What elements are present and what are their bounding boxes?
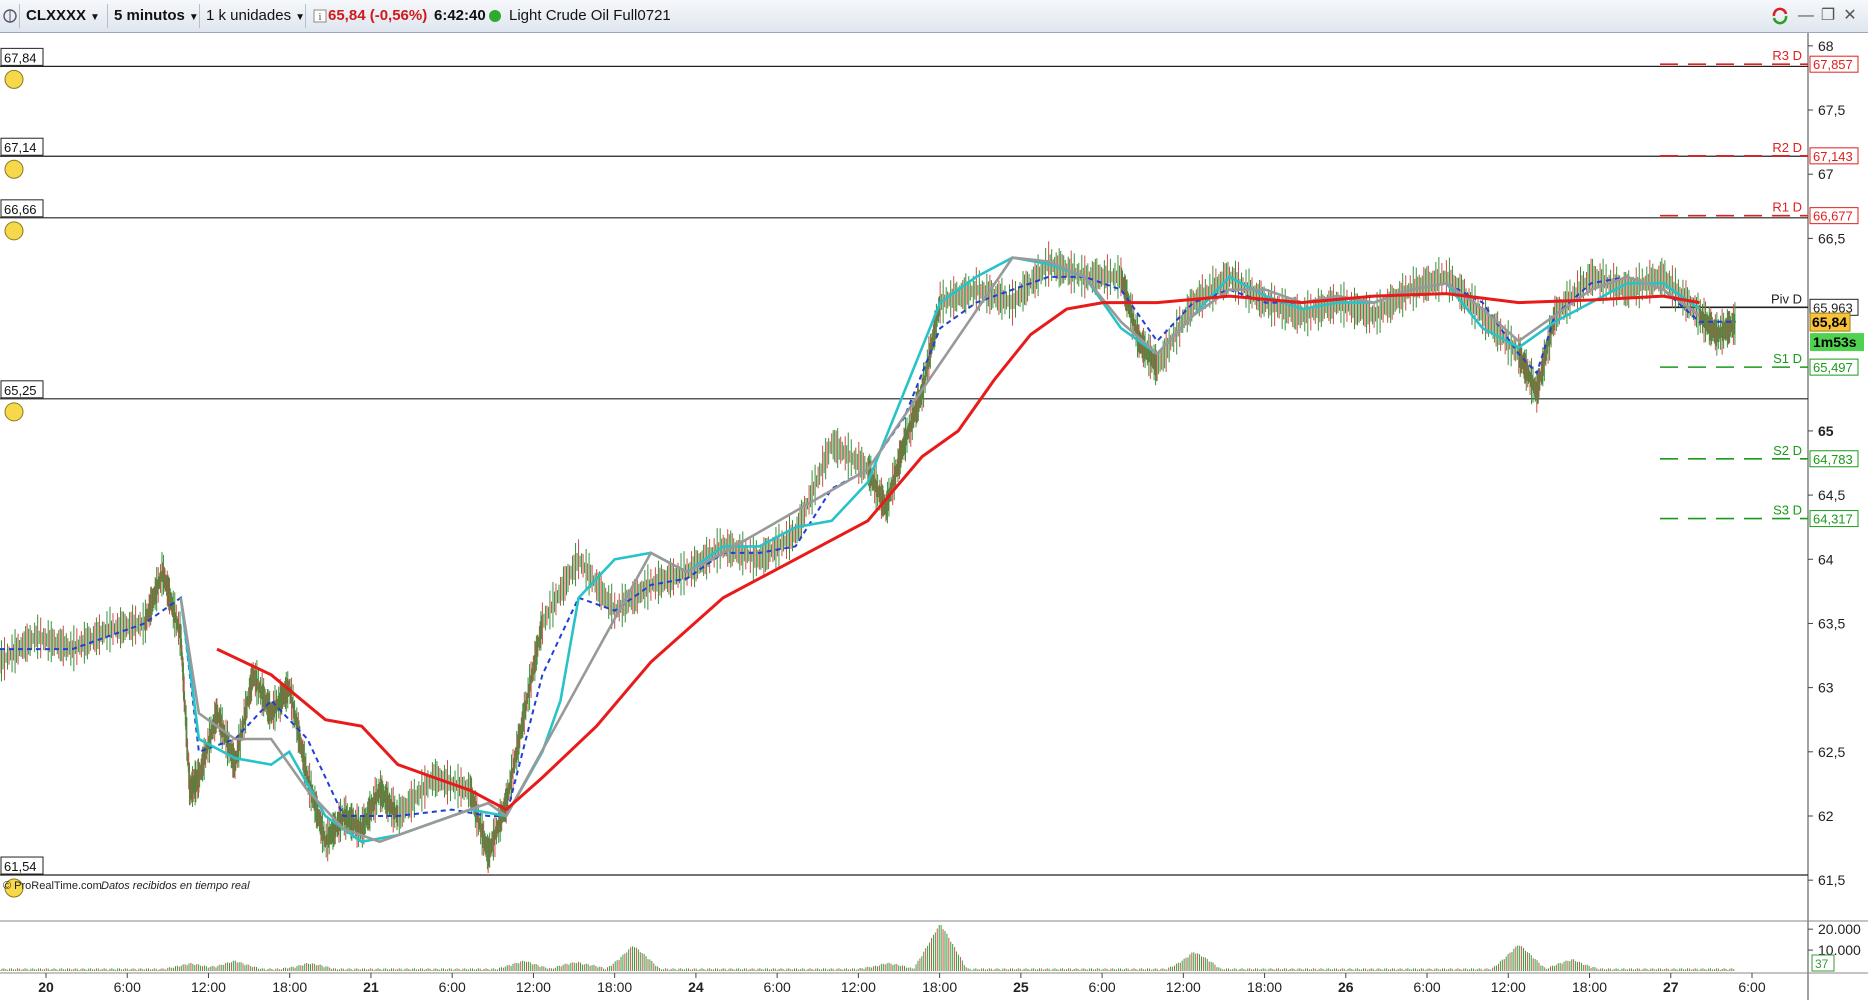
countdown-label: 1m53s [1813, 334, 1857, 350]
x-tick-label: 20 [38, 979, 54, 995]
x-tick-label: 18:00 [1572, 979, 1607, 995]
status-dot-icon [488, 4, 502, 28]
pivot-name: Piv D [1771, 291, 1802, 306]
bell-icon [4, 402, 24, 422]
x-tick-label: 6:00 [1738, 979, 1765, 995]
last-update-time: 6:42:40 [434, 7, 486, 24]
y-tick-label: 63 [1818, 680, 1834, 696]
x-tick-label: 6:00 [764, 979, 791, 995]
pivot-value: 65,497 [1813, 360, 1853, 375]
x-tick-label: 18:00 [272, 979, 307, 995]
chevron-down-icon: ▼ [295, 12, 305, 23]
y-tick-label: 67 [1818, 166, 1834, 182]
x-tick-label: 21 [363, 979, 379, 995]
alert-label: 66,66 [4, 202, 37, 217]
x-tick-label: 18:00 [1247, 979, 1282, 995]
symbol-label: CLXXXX [26, 7, 87, 24]
x-tick-label: 12:00 [841, 979, 876, 995]
x-tick-label: 6:00 [439, 979, 466, 995]
restore-icon[interactable]: ❐ [1818, 6, 1838, 26]
pivot-name: R3 D [1772, 48, 1802, 63]
y-tick-label: 66,5 [1818, 230, 1845, 246]
x-tick-label: 12:00 [1491, 979, 1526, 995]
x-tick-label: 12:00 [516, 979, 551, 995]
minimize-icon[interactable]: — [1796, 6, 1816, 26]
price-change: 65,84 (-0,56%) [328, 7, 428, 24]
pivot-value: 64,317 [1813, 512, 1853, 527]
pivot-name: R1 D [1772, 200, 1802, 215]
chevron-down-icon: ▼ [188, 12, 199, 23]
x-tick-label: 18:00 [597, 979, 632, 995]
y-tick-label: 64 [1818, 551, 1834, 567]
pivot-name: S3 D [1773, 503, 1802, 518]
y-tick-label: 62,5 [1818, 744, 1845, 760]
menu-icon[interactable] [0, 4, 20, 28]
volume-tick-label: 20.000 [1818, 921, 1861, 937]
footer-brand: © ProRealTime.com [3, 880, 102, 892]
x-tick-label: 18:00 [922, 979, 957, 995]
price-chart: 68 67,5 67 66,5 65 64,5 64 63,5 63 62,5 62 61,5 67,8… [0, 33, 1868, 1000]
grid-icon [3, 9, 17, 23]
x-tick-label: 12:00 [191, 979, 226, 995]
bell-icon [4, 221, 24, 241]
symbol-selector[interactable]: CLXXXX ▼ [20, 4, 108, 28]
sync-icon[interactable] [1770, 6, 1790, 26]
close-icon[interactable]: ✕ [1840, 6, 1860, 26]
timeframe-selector[interactable]: 5 minutos ▼ [108, 4, 200, 28]
alert-label: 61,54 [4, 859, 37, 874]
chevron-down-icon: ▼ [90, 12, 100, 23]
y-tick-label: 63,5 [1818, 615, 1845, 631]
units-label: 1 k unidades [206, 7, 292, 24]
pivot-value: 66,677 [1813, 209, 1853, 224]
alert-label: 67,14 [4, 140, 37, 155]
alert-label: 65,25 [4, 383, 37, 398]
bell-icon [4, 69, 24, 89]
x-tick-label: 6:00 [1088, 979, 1115, 995]
x-tick-label: 26 [1338, 979, 1354, 995]
bell-icon [4, 159, 24, 179]
current-price-label: 65,84 [1812, 314, 1847, 330]
x-tick-label: 12:00 [1166, 979, 1201, 995]
y-tick-label: 64,5 [1818, 487, 1845, 503]
x-tick-label: 24 [688, 979, 704, 995]
timeframe-label: 5 minutos [114, 7, 185, 24]
volume-current-label: 37 [1815, 957, 1829, 971]
y-tick-label: 68 [1818, 38, 1834, 54]
pivot-value: 64,783 [1813, 452, 1853, 467]
y-tick-label: 62 [1818, 808, 1834, 824]
instrument-name: Light Crude Oil Full0721 [509, 7, 671, 24]
y-tick-label: 67,5 [1818, 102, 1845, 118]
units-selector[interactable]: 1 k unidades ▼ [200, 4, 306, 28]
x-tick-label: 6:00 [1413, 979, 1440, 995]
chart-background [0, 33, 1868, 1000]
pivot-value: 67,857 [1813, 57, 1853, 72]
pivot-name: R2 D [1772, 140, 1802, 155]
x-tick-label: 6:00 [114, 979, 141, 995]
footer-note: Datos recibidos en tiempo real [101, 880, 250, 892]
y-tick-label: 61,5 [1818, 872, 1845, 888]
pivot-value: 67,143 [1813, 149, 1853, 164]
chart-toolbar: CLXXXX ▼ 5 minutos ▼ 1 k unidades ▼ i 65,84… [0, 0, 1868, 33]
pivot-name: S1 D [1773, 351, 1802, 366]
y-tick-label: 65 [1818, 423, 1834, 439]
pivot-name: S2 D [1773, 443, 1802, 458]
x-tick-label: 25 [1013, 979, 1029, 995]
x-tick-label: 27 [1663, 979, 1679, 995]
svg-text:i: i [319, 12, 322, 23]
alert-label: 67,84 [4, 50, 37, 65]
